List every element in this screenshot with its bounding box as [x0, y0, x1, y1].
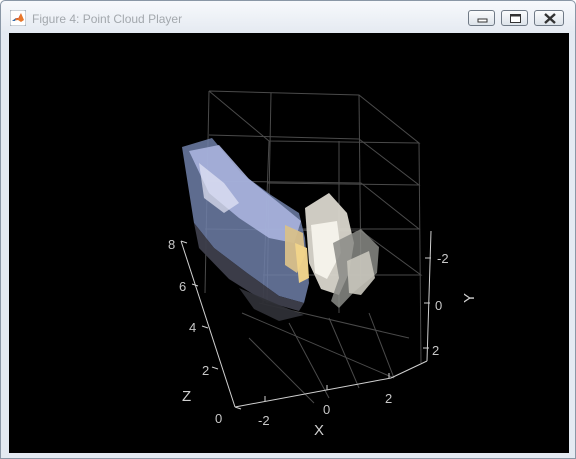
- z-tick-label: 6: [179, 279, 186, 294]
- figure-window: Figure 4: Point Cloud Player 8 6 4 2 0 -…: [0, 0, 576, 459]
- z-tick-label: 2: [202, 363, 209, 378]
- matlab-icon: [10, 10, 26, 26]
- z-axis-label: Z: [182, 388, 191, 405]
- minimize-icon: [477, 18, 488, 23]
- minimize-button[interactable]: [468, 10, 495, 26]
- close-icon: [544, 13, 556, 24]
- plot-canvas[interactable]: 8 6 4 2 0 -2 0 2 -2 0 2 Z X Y: [9, 33, 569, 453]
- z-tick-label: 0: [215, 411, 222, 426]
- maximize-button[interactable]: [501, 10, 528, 26]
- x-tick-label: 0: [323, 402, 330, 417]
- maximize-icon: [510, 14, 521, 23]
- title-bar[interactable]: Figure 4: Point Cloud Player: [1, 1, 575, 31]
- y-tick-label: -2: [437, 251, 449, 266]
- y-tick-label: 0: [435, 298, 442, 313]
- x-axis-label: X: [314, 422, 324, 439]
- x-tick-label: 2: [385, 391, 392, 406]
- z-tick-label: 8: [168, 237, 175, 252]
- point-cloud-axes[interactable]: 8 6 4 2 0 -2 0 2 -2 0 2 Z X Y: [9, 33, 569, 453]
- close-button[interactable]: [534, 10, 564, 26]
- x-tick-label: -2: [258, 413, 270, 428]
- point-cloud: [182, 138, 379, 321]
- z-tick-label: 4: [189, 320, 196, 335]
- window-title: Figure 4: Point Cloud Player: [32, 12, 183, 26]
- y-axis-label: Y: [461, 293, 478, 303]
- y-tick-label: 2: [432, 343, 439, 358]
